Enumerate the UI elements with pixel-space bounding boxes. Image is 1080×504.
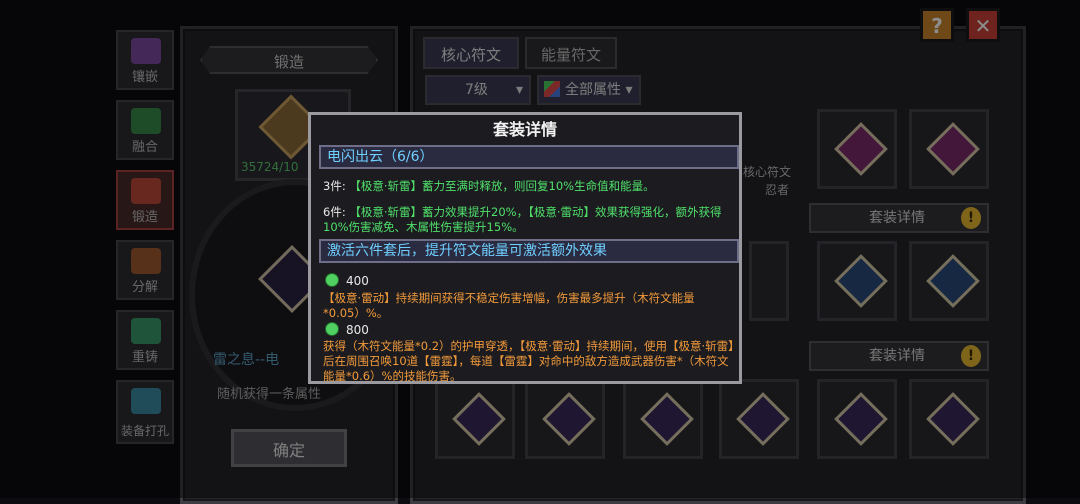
tier1-text: 【极意·雷动】持续期间获得不稳定伤害增幅，伤害最多提升（木符文能量*0.05）%… [323,291,695,320]
set-name: 电闪出云（6/6） [327,149,434,165]
tier2-cost: 800 [325,322,369,337]
tier1-cost: 400 [325,273,369,288]
extra-effect-bar: 激活六件套后，提升符文能量可激活额外效果 [319,239,739,263]
game-scene: 镶嵌 融合 锻造 分解 重铸 装备打孔 锻造 35724/10 雷之息--电 随… [0,0,1080,504]
piece3-text: 【极意·斩雷】蓄力至满时释放，则回复10%生命值和能量。 [349,179,655,193]
tier2-cost-value: 800 [346,323,369,337]
energy-gem-icon [325,273,339,287]
piece6-label: 6件: [323,205,346,219]
extra-effect-header: 激活六件套后，提升符文能量可激活额外效果 [327,243,607,259]
piece3-effect: 3件: 【极意·斩雷】蓄力至满时释放，则回复10%生命值和能量。 [323,179,735,194]
piece6-text: 【极意·斩雷】蓄力效果提升20%，【极意·雷动】效果获得强化，额外获得10%伤害… [323,205,722,234]
set-detail-modal: 套装详情 电闪出云（6/6） 3件: 【极意·斩雷】蓄力至满时释放，则回复10%… [308,112,742,384]
tier1-cost-value: 400 [346,274,369,288]
tier2-text: 获得（木符文能量*0.2）的护甲穿透，【极意·雷动】持续期间，使用【极意·斩雷】… [323,339,734,383]
modal-title: 套装详情 [492,120,557,139]
set-name-bar: 电闪出云（6/6） [319,145,739,169]
piece3-label: 3件: [323,179,346,193]
energy-gem-icon [325,322,339,336]
piece6-effect: 6件: 【极意·斩雷】蓄力效果提升20%，【极意·雷动】效果获得强化，额外获得1… [323,205,735,235]
